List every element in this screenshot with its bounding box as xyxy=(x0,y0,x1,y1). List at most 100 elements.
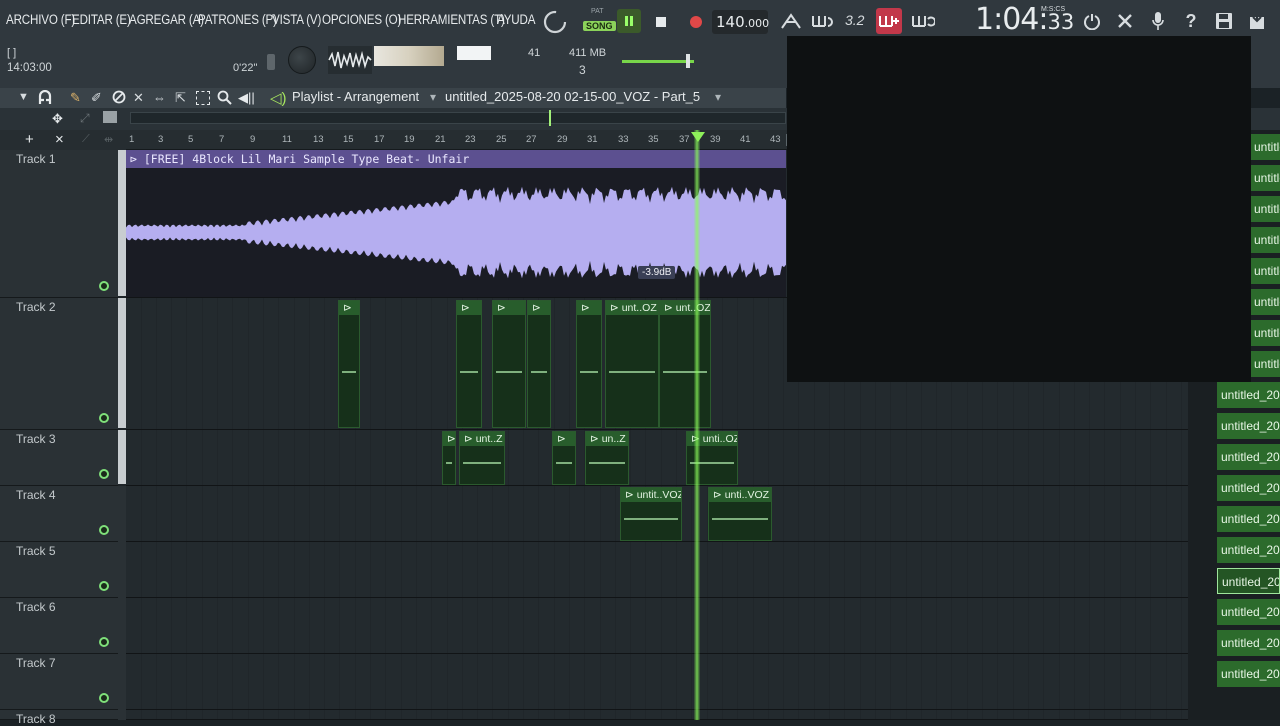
slice-tool-icon[interactable]: ⇱ xyxy=(175,90,186,106)
track-resize-grip[interactable] xyxy=(118,150,126,296)
power-icon[interactable] xyxy=(1079,8,1105,34)
playlist-title-arrow-icon[interactable]: ▾ xyxy=(430,90,436,104)
track-resize-grip[interactable] xyxy=(118,430,126,484)
track-enable-icon[interactable] xyxy=(99,525,109,535)
picker-item[interactable]: untitled_2025 xyxy=(1250,165,1280,191)
track-resize-grip[interactable] xyxy=(118,710,126,720)
picker-item[interactable]: untitled_2025 xyxy=(1217,630,1280,656)
picker-item[interactable]: untitled_2025 xyxy=(1217,661,1280,687)
pattern-picker-icon[interactable]: ⤢ xyxy=(80,111,90,126)
wait-input-icon[interactable] xyxy=(810,8,836,34)
picker-item[interactable]: untitled_2025 xyxy=(1250,320,1280,346)
playback-tool-icon[interactable]: ◀|| xyxy=(238,90,255,106)
pattern-song-switch[interactable]: PAT SONG xyxy=(582,6,616,36)
master-pitch-icon[interactable] xyxy=(264,52,278,72)
pattern-clip[interactable]: ⊳ xyxy=(552,431,576,485)
track-resize-grip[interactable] xyxy=(118,598,126,654)
master-volume-knob[interactable] xyxy=(288,46,316,74)
mute-tool-icon[interactable]: ✕ xyxy=(133,90,144,106)
menu-editar[interactable]: EDITAR (E) xyxy=(72,12,131,27)
resize-track-icon[interactable]: ⇹ xyxy=(104,133,113,146)
track-header[interactable]: Track 1 xyxy=(0,150,118,298)
playlist-title[interactable]: Playlist - Arrangement xyxy=(292,89,419,104)
overview-scrollbar[interactable] xyxy=(130,110,786,126)
master-volume-handle[interactable] xyxy=(686,54,690,68)
track-header[interactable]: Track 5 xyxy=(0,542,118,598)
picker-item[interactable]: untitled_2025 xyxy=(1217,413,1280,439)
track-resize-grip[interactable] xyxy=(118,486,126,542)
microphone-icon[interactable] xyxy=(1145,8,1171,34)
track-header[interactable]: Track 4 xyxy=(0,486,118,542)
pattern-clip[interactable]: ⊳ xyxy=(442,431,456,485)
audio-clip-waveform[interactable]: -3.9dB xyxy=(126,168,786,297)
pencil-tool-icon[interactable]: ✎ xyxy=(70,90,81,106)
playhead[interactable] xyxy=(694,130,700,720)
track-lane[interactable] xyxy=(126,542,1188,598)
pattern-clip[interactable]: ⊳ xyxy=(338,300,360,428)
picker-item[interactable]: untitled_2025 xyxy=(1250,258,1280,284)
metronome-icon[interactable] xyxy=(778,8,804,34)
menu-patrones[interactable]: PATRONES (P) xyxy=(198,12,277,27)
loop-record-icon[interactable] xyxy=(910,8,936,34)
render-icon[interactable] xyxy=(1244,8,1270,34)
pattern-clip[interactable]: ⊳ xyxy=(456,300,482,428)
pattern-clip[interactable]: ⊳ unti..VOZ xyxy=(708,487,772,541)
track-enable-icon[interactable] xyxy=(99,637,109,647)
picker-item[interactable]: untitled_2025 xyxy=(1217,475,1280,501)
pattern-clip[interactable]: ⊳ xyxy=(492,300,526,428)
magnet-icon[interactable] xyxy=(37,89,53,106)
menu-opciones[interactable]: OPCIONES (O) xyxy=(322,12,401,27)
picker-item[interactable]: untitled_2025 xyxy=(1250,351,1280,377)
snap-icon[interactable]: 3.2 xyxy=(845,12,864,28)
remove-track-icon[interactable]: × xyxy=(55,131,64,148)
track-header[interactable]: Track 8 xyxy=(0,710,118,726)
menu-herramientas[interactable]: HERRAMIENTAS (T) xyxy=(398,12,505,27)
delete-tool-icon[interactable] xyxy=(112,90,126,104)
picker-item[interactable]: untitled_2025 xyxy=(1217,382,1280,408)
menu-vista[interactable]: VISTA (V) xyxy=(272,12,321,27)
step-edit-icon[interactable] xyxy=(876,8,902,34)
track-enable-icon[interactable] xyxy=(99,469,109,479)
playlist-menu-arrow-icon[interactable]: ▼ xyxy=(18,91,29,103)
track-enable-icon[interactable] xyxy=(99,581,109,591)
pattern-clip[interactable]: ⊳ unt..OZ xyxy=(659,300,711,428)
current-pattern[interactable]: untitled_2025-08-20 02-15-00_VOZ - Part_… xyxy=(445,89,700,104)
track-enable-icon[interactable] xyxy=(99,281,109,291)
pattern-clip[interactable]: ⊳ xyxy=(527,300,551,428)
track-resize-grip[interactable] xyxy=(118,542,126,598)
pattern-add-icon[interactable]: ✥ xyxy=(52,111,63,127)
audio-clip-title[interactable]: ⊳ [FREE] 4Block Lil Mari Sample Type Bea… xyxy=(126,150,786,168)
save-icon[interactable] xyxy=(1211,8,1237,34)
pattern-clip[interactable]: ⊳ un..Z xyxy=(585,431,629,485)
piano-icon[interactable] xyxy=(103,111,117,123)
pattern-arrow-icon[interactable]: ▾ xyxy=(715,90,721,104)
tools-icon[interactable] xyxy=(1112,8,1138,34)
zoom-tool-icon[interactable] xyxy=(217,90,233,106)
picker-item[interactable]: untitled_2025 xyxy=(1250,227,1280,253)
picker-item[interactable]: untitled_2025 xyxy=(1217,537,1280,563)
picker-item[interactable]: untitled_2025 xyxy=(1217,599,1280,625)
record-button[interactable] xyxy=(683,9,709,35)
menu-agregar[interactable]: AGREGAR (A) xyxy=(129,12,204,27)
track-lane[interactable] xyxy=(126,710,1188,720)
pattern-clip[interactable]: ⊳ unt..OZ xyxy=(605,300,659,428)
picker-item[interactable]: untitled_2025 xyxy=(1217,506,1280,532)
playhead-marker-icon[interactable] xyxy=(691,132,705,142)
brush-tool-icon[interactable]: ✐ xyxy=(91,90,102,106)
track-header[interactable]: Track 2 xyxy=(0,298,118,430)
track-enable-icon[interactable] xyxy=(99,413,109,423)
picker-item[interactable]: untitled_2025 xyxy=(1250,289,1280,315)
track-lane[interactable] xyxy=(126,654,1188,710)
picker-item[interactable]: untitled_2025 xyxy=(1250,134,1280,160)
track-resize-grip[interactable] xyxy=(118,654,126,710)
track-header[interactable]: Track 3 xyxy=(0,430,118,486)
track-enable-icon[interactable] xyxy=(99,693,109,703)
menu-ayuda[interactable]: AYUDA xyxy=(497,12,535,27)
edit-track-icon[interactable]: ⟋ xyxy=(82,133,90,146)
track-lane[interactable] xyxy=(126,598,1188,654)
stop-button[interactable] xyxy=(648,9,674,35)
track-resize-grip[interactable] xyxy=(118,298,126,428)
pattern-clip[interactable]: ⊳ xyxy=(576,300,602,428)
playlist-speaker-icon[interactable]: ◁) xyxy=(270,89,287,107)
pause-button[interactable] xyxy=(617,9,641,33)
